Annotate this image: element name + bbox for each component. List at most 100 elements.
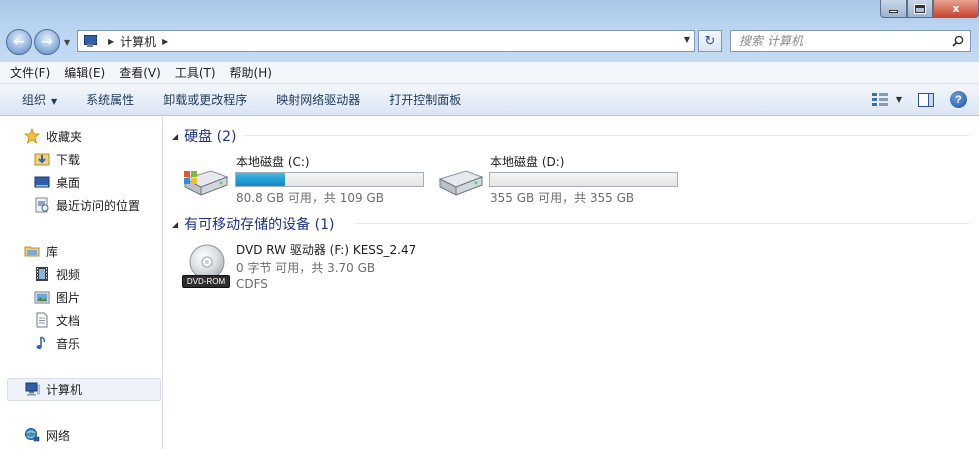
sidebar-item-downloads[interactable]: 下载 xyxy=(34,149,80,169)
sidebar-item-recent-places[interactable]: 最近访问的位置 xyxy=(34,195,140,215)
music-icon xyxy=(36,336,46,349)
drive-free-space: 355 GB 可用，共 355 GB xyxy=(490,191,635,205)
maximize-icon xyxy=(914,3,926,14)
back-button[interactable]: ← xyxy=(6,29,32,55)
sidebar-item-label: 收藏夹 xyxy=(46,129,83,144)
menu-edit[interactable]: 编辑(E) xyxy=(64,64,105,81)
breadcrumb-computer[interactable]: 计算机 xyxy=(120,33,156,50)
chevron-down-icon: ▼ xyxy=(51,97,58,106)
sidebar-item-computer[interactable]: 计算机 xyxy=(24,379,82,399)
desktop-icon xyxy=(34,176,50,188)
drive-free-space: 0 字节 可用，共 3.70 GB xyxy=(236,261,376,275)
breadcrumb-chevron-icon[interactable]: ▶ xyxy=(162,37,168,46)
drive-dvd-f[interactable]: DVD-ROM DVD RW 驱动器 (F:) KESS_2.47 0 字节 可… xyxy=(181,241,441,291)
back-arrow-icon: ← xyxy=(13,34,25,50)
libraries-icon xyxy=(24,246,40,257)
sidebar-item-pictures[interactable]: 图片 xyxy=(34,287,80,307)
refresh-icon: ↻ xyxy=(704,33,716,49)
search-box[interactable] xyxy=(730,30,971,52)
help-icon[interactable]: ? xyxy=(950,91,967,108)
menu-file[interactable]: 文件(F) xyxy=(10,64,50,81)
map-network-drive-button[interactable]: 映射网络驱动器 xyxy=(276,91,360,108)
group-divider xyxy=(244,135,969,136)
sidebar-item-label: 库 xyxy=(46,244,59,259)
drive-usage-fill xyxy=(236,173,285,186)
drive-d[interactable]: 本地磁盘 (D:) 355 GB 可用，共 355 GB xyxy=(436,153,686,205)
sidebar-item-videos[interactable]: 视频 xyxy=(34,264,80,284)
group-title: 有可移动存储的设备 (1) xyxy=(184,217,335,233)
search-icon[interactable] xyxy=(952,35,964,47)
hard-drive-windows-icon xyxy=(183,170,229,196)
refresh-button[interactable]: ↻ xyxy=(698,30,722,52)
organize-label: 组织 xyxy=(22,93,47,107)
drive-name: DVD RW 驱动器 (F:) KESS_2.47 xyxy=(236,243,417,257)
hard-drive-icon xyxy=(438,170,484,196)
recent-places-icon xyxy=(35,197,49,213)
window-controls: x xyxy=(880,0,979,18)
change-view-icon[interactable] xyxy=(871,92,890,108)
video-icon xyxy=(36,267,48,281)
sidebar-item-label: 音乐 xyxy=(56,336,81,351)
minimize-button[interactable] xyxy=(880,0,907,18)
drive-c[interactable]: 本地磁盘 (C:) 80.8 GB 可用，共 109 GB xyxy=(181,153,431,205)
close-button[interactable]: x xyxy=(933,0,979,18)
sidebar-item-label: 网络 xyxy=(46,428,71,443)
dvd-rom-badge: DVD-ROM xyxy=(182,275,230,288)
pictures-icon xyxy=(34,291,50,304)
forward-arrow-icon: → xyxy=(41,34,53,50)
menu-help[interactable]: 帮助(H) xyxy=(230,64,272,81)
sidebar-item-libraries[interactable]: 库 xyxy=(24,241,58,261)
sidebar-item-music[interactable]: 音乐 xyxy=(34,333,80,353)
menu-bar: 文件(F) 编辑(E) 查看(V) 工具(T) 帮助(H) xyxy=(0,62,979,84)
collapse-triangle-icon[interactable]: ◢ xyxy=(172,220,178,229)
sidebar-item-label: 桌面 xyxy=(56,175,81,190)
star-icon xyxy=(24,128,40,144)
menu-view[interactable]: 查看(V) xyxy=(119,64,161,81)
address-bar[interactable]: ▶ 计算机 ▶ ▼ xyxy=(77,30,695,52)
view-options-dropdown[interactable]: ▼ xyxy=(896,95,902,104)
drive-usage-bar xyxy=(489,172,678,187)
collapse-triangle-icon[interactable]: ◢ xyxy=(172,132,178,141)
documents-icon xyxy=(36,312,48,328)
group-divider xyxy=(354,223,969,224)
drive-name: 本地磁盘 (D:) xyxy=(490,155,565,169)
sidebar-item-label: 视频 xyxy=(56,267,81,282)
group-header-hard-disks[interactable]: ◢ 硬盘 (2) xyxy=(172,126,236,146)
open-control-panel-button[interactable]: 打开控制面板 xyxy=(389,91,461,108)
nav-buttons: ← → ▼ xyxy=(6,29,70,55)
drive-name: 本地磁盘 (C:) xyxy=(236,155,310,169)
maximize-button[interactable] xyxy=(907,0,933,18)
recent-pages-dropdown[interactable]: ▼ xyxy=(64,38,70,47)
breadcrumb-chevron-icon[interactable]: ▶ xyxy=(108,37,114,46)
sidebar-item-documents[interactable]: 文档 xyxy=(34,310,80,330)
dvd-disc-icon xyxy=(189,244,225,279)
sidebar-item-label: 图片 xyxy=(56,290,81,305)
group-title: 硬盘 (2) xyxy=(184,129,237,145)
drive-usage-bar xyxy=(235,172,424,187)
address-dropdown-icon[interactable]: ▼ xyxy=(684,35,690,44)
command-bar: 组织 ▼ 系统属性 卸载或更改程序 映射网络驱动器 打开控制面板 ▼ ? xyxy=(0,84,979,116)
drive-free-space: 80.8 GB 可用，共 109 GB xyxy=(236,191,384,205)
menu-tools[interactable]: 工具(T) xyxy=(175,64,216,81)
content-area: ◢ 硬盘 (2) 本地磁盘 (C:) 80.8 GB 可用，共 109 GB 本… xyxy=(164,117,979,449)
navigation-pane: 收藏夹 下载 桌面 最近访问的位置 库 视频 图片 文档 音乐 计算机 网络 xyxy=(0,117,163,449)
sidebar-item-label: 计算机 xyxy=(46,382,83,397)
system-properties-button[interactable]: 系统属性 xyxy=(86,91,134,108)
uninstall-program-button[interactable]: 卸载或更改程序 xyxy=(163,91,247,108)
group-header-removable[interactable]: ◢ 有可移动存储的设备 (1) xyxy=(172,214,334,234)
computer-icon xyxy=(82,34,98,48)
drive-filesystem: CDFS xyxy=(236,277,268,291)
sidebar-item-label: 下载 xyxy=(56,152,81,167)
sidebar-item-favorites[interactable]: 收藏夹 xyxy=(24,126,82,146)
computer-icon xyxy=(25,382,40,396)
preview-pane-icon[interactable] xyxy=(918,92,934,107)
sidebar-item-desktop[interactable]: 桌面 xyxy=(34,172,80,192)
sidebar-item-network[interactable]: 网络 xyxy=(24,425,70,445)
forward-button[interactable]: → xyxy=(34,29,60,55)
title-bar: x ← → ▼ ▶ 计算机 ▶ ▼ ↻ xyxy=(0,0,979,62)
search-input[interactable] xyxy=(739,34,939,48)
view-controls: ▼ ? xyxy=(871,91,967,108)
downloads-folder-icon xyxy=(34,153,50,166)
network-icon xyxy=(25,428,40,442)
organize-button[interactable]: 组织 ▼ xyxy=(22,91,57,108)
